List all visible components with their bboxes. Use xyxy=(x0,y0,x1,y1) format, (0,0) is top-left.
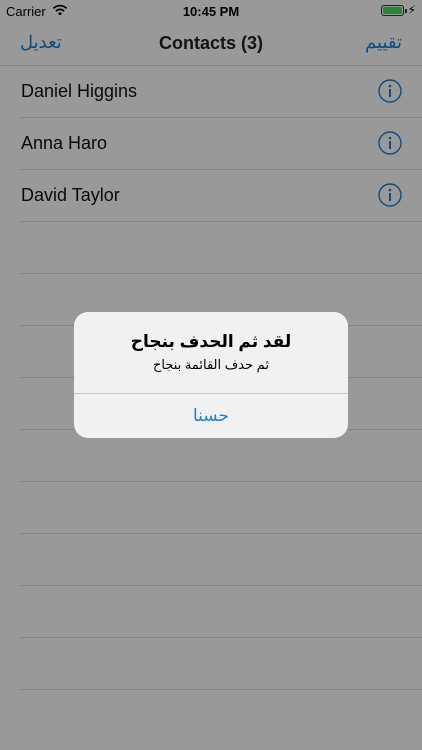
alert-dialog: لقد ثم الحدف بنجاح ثم حدف القائمة بنجاح … xyxy=(74,312,348,438)
alert-title: لقد ثم الحدف بنجاح xyxy=(130,332,292,351)
ok-button[interactable]: حسنا xyxy=(74,394,348,438)
alert-message: ثم حدف القائمة بنجاح xyxy=(153,357,269,372)
